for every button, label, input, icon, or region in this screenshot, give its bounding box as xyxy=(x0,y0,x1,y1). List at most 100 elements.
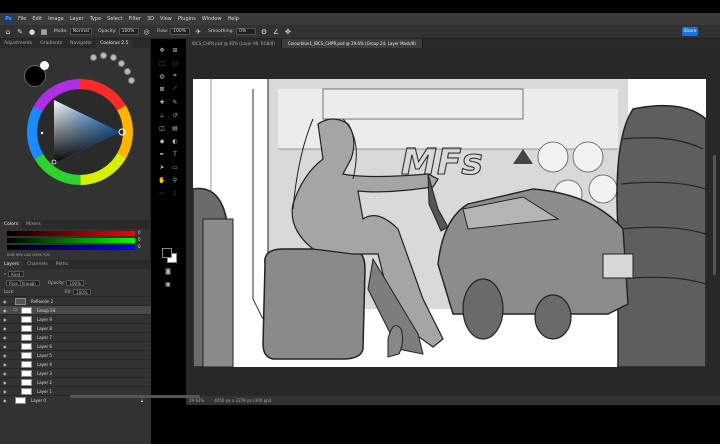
angle-icon[interactable]: ∠ xyxy=(272,28,280,36)
eraser-tool-icon[interactable]: ◫ xyxy=(158,124,166,132)
preset-dot[interactable] xyxy=(110,54,117,61)
green-slider[interactable] xyxy=(7,238,135,243)
blue-value[interactable]: 0 xyxy=(138,244,141,249)
foreground-swatch[interactable] xyxy=(162,248,172,258)
brush-size-icon[interactable]: ● xyxy=(28,28,36,36)
menu-type[interactable]: Type xyxy=(90,16,101,22)
marquee-tool-icon[interactable]: ⬚ xyxy=(158,59,166,67)
eye-icon[interactable]: ◉ xyxy=(3,362,9,367)
layer-row[interactable]: ◉ Layer 8 xyxy=(0,323,151,332)
layer-row[interactable]: ◉ Layer 9 xyxy=(0,314,151,323)
move-tool-icon[interactable]: ✥ xyxy=(158,46,166,54)
blur-tool-icon[interactable]: ◆ xyxy=(158,137,166,145)
layer-row[interactable]: ◉ Layer 5 xyxy=(0,350,151,359)
layer-row[interactable]: ◉ Reflexión 2 xyxy=(0,296,151,305)
more-tools-icon[interactable]: ⋯ xyxy=(158,189,166,197)
tab-layers[interactable]: Layers xyxy=(0,261,23,269)
healing-tool-icon[interactable]: ✚ xyxy=(158,98,166,106)
horizontal-scrollbar[interactable] xyxy=(70,395,200,398)
red-value[interactable]: 0 xyxy=(138,230,141,235)
home-icon[interactable]: ⌂ xyxy=(4,28,12,36)
opacity-field[interactable]: 100% xyxy=(118,28,139,35)
brush-settings-icon[interactable]: ▦ xyxy=(40,28,48,36)
menu-3d[interactable]: 3D xyxy=(147,16,154,22)
tab-paths[interactable]: Paths xyxy=(52,261,72,269)
menu-image[interactable]: Image xyxy=(48,16,64,22)
hue-wheel[interactable] xyxy=(24,76,136,188)
menu-help[interactable]: Help xyxy=(228,16,239,22)
brush-tool-icon[interactable]: ✎ xyxy=(16,28,24,36)
symmetry-icon[interactable]: ✥ xyxy=(284,28,292,36)
canvas[interactable]: MFs xyxy=(193,79,706,367)
menu-edit[interactable]: Edit xyxy=(32,16,42,22)
type-tool-icon[interactable]: T xyxy=(171,150,179,158)
tab-navigator[interactable]: Navigator xyxy=(66,40,96,48)
color-mode-selector[interactable]: RGB HSV LAB CMYK YUV xyxy=(7,253,50,257)
eye-icon[interactable]: ◉ xyxy=(3,353,9,358)
menu-file[interactable]: File xyxy=(18,16,26,22)
quick-select-tool-icon[interactable]: ◍ xyxy=(158,72,166,80)
zoom-tool-icon[interactable]: ⚲ xyxy=(171,176,179,184)
hand-tool-icon[interactable]: ✋ xyxy=(158,176,166,184)
artboard-tool-icon[interactable]: ⊞ xyxy=(171,46,179,54)
layer-opacity-field[interactable]: 100% xyxy=(66,279,84,286)
eyedropper-tool-icon[interactable]: ⟋ xyxy=(171,85,179,93)
blend-mode-select[interactable]: Pass Through xyxy=(6,279,40,286)
lasso-tool-icon[interactable]: ◌ xyxy=(171,59,179,67)
pressure-opacity-icon[interactable]: ◎ xyxy=(143,28,151,36)
layer-row[interactable]: ◉ Layer 1 xyxy=(0,386,151,395)
preset-dot[interactable] xyxy=(124,68,131,75)
eye-icon[interactable]: ◉ xyxy=(3,335,9,340)
tab-gradients[interactable]: Gradients xyxy=(36,40,66,48)
shape-tool-icon[interactable]: ▭ xyxy=(171,163,179,171)
background-color-swatch[interactable] xyxy=(40,61,49,70)
smoothing-field[interactable]: 0% xyxy=(235,28,256,35)
layer-row[interactable]: ◉ Layer 4 xyxy=(0,359,151,368)
menu-view[interactable]: View xyxy=(160,16,172,22)
doc-tab-2[interactable]: Colourblue1_IBCS_CHPR.psd @ 29.6% (Group… xyxy=(281,39,423,48)
mode-select[interactable]: Normal xyxy=(69,28,93,35)
green-value[interactable]: 0 xyxy=(138,237,141,242)
layer-kind-filter[interactable]: Kind xyxy=(8,270,25,277)
layer-row[interactable]: ◉ Layer 2 xyxy=(0,377,151,386)
smoothing-settings-icon[interactable]: ⚙ xyxy=(260,28,268,36)
red-slider[interactable] xyxy=(7,231,135,236)
crop-tool-icon[interactable]: ⌗ xyxy=(171,72,179,80)
preset-dot[interactable] xyxy=(118,60,125,67)
edit-toolbar-icon[interactable]: ⋮ xyxy=(171,189,179,197)
flow-field[interactable]: 100% xyxy=(170,28,191,35)
brush-tool-icon[interactable]: ✎ xyxy=(171,98,179,106)
menu-filter[interactable]: Filter xyxy=(129,16,141,22)
tab-coolorus[interactable]: Coolorus 2.5 xyxy=(96,40,133,48)
screen-mode-icon[interactable]: ▣ xyxy=(164,280,172,288)
menu-layer[interactable]: Layer xyxy=(70,16,84,22)
tab-channels[interactable]: Channels xyxy=(23,261,52,269)
eye-icon[interactable]: ◉ xyxy=(3,299,9,304)
doc-tab-1[interactable]: IBCS_CHPR.psd @ 40% (Layer 96, RGB/8) xyxy=(186,39,282,48)
eye-icon[interactable]: ◉ xyxy=(3,317,9,322)
vertical-scrollbar[interactable] xyxy=(713,155,716,275)
eye-icon[interactable]: ◉ xyxy=(3,389,9,394)
gradient-tool-icon[interactable]: ▤ xyxy=(171,124,179,132)
preset-dot[interactable] xyxy=(90,54,97,61)
eye-icon[interactable]: ◉ xyxy=(3,308,9,313)
menu-plugins[interactable]: Plugins xyxy=(178,16,196,22)
eye-icon[interactable]: ◉ xyxy=(3,380,9,385)
pen-tool-icon[interactable]: ✒ xyxy=(158,150,166,158)
stamp-tool-icon[interactable]: ⊥ xyxy=(158,111,166,119)
photoshop-logo-icon[interactable]: Ps xyxy=(4,14,13,24)
eye-icon[interactable]: ◉ xyxy=(3,398,9,403)
layer-row[interactable]: ◉ Layer 6 xyxy=(0,341,151,350)
layer-row[interactable]: ◉ Layer 3 xyxy=(0,368,151,377)
quick-mask-icon[interactable]: ◙ xyxy=(164,267,172,275)
zoom-level[interactable]: 29.63% xyxy=(189,398,204,403)
airbrush-icon[interactable]: ✈ xyxy=(194,28,202,36)
frame-tool-icon[interactable]: ⊠ xyxy=(158,85,166,93)
share-button[interactable]: Share xyxy=(682,27,698,36)
path-select-tool-icon[interactable]: ➤ xyxy=(158,163,166,171)
sketch-artwork[interactable]: MFs xyxy=(193,79,706,367)
menu-window[interactable]: Window xyxy=(202,16,222,22)
layer-row[interactable]: ◉ ▭ Group 24 xyxy=(0,305,151,314)
tab-adjustments[interactable]: Adjustments xyxy=(0,40,36,48)
layer-fill-field[interactable]: 100% xyxy=(73,288,91,295)
